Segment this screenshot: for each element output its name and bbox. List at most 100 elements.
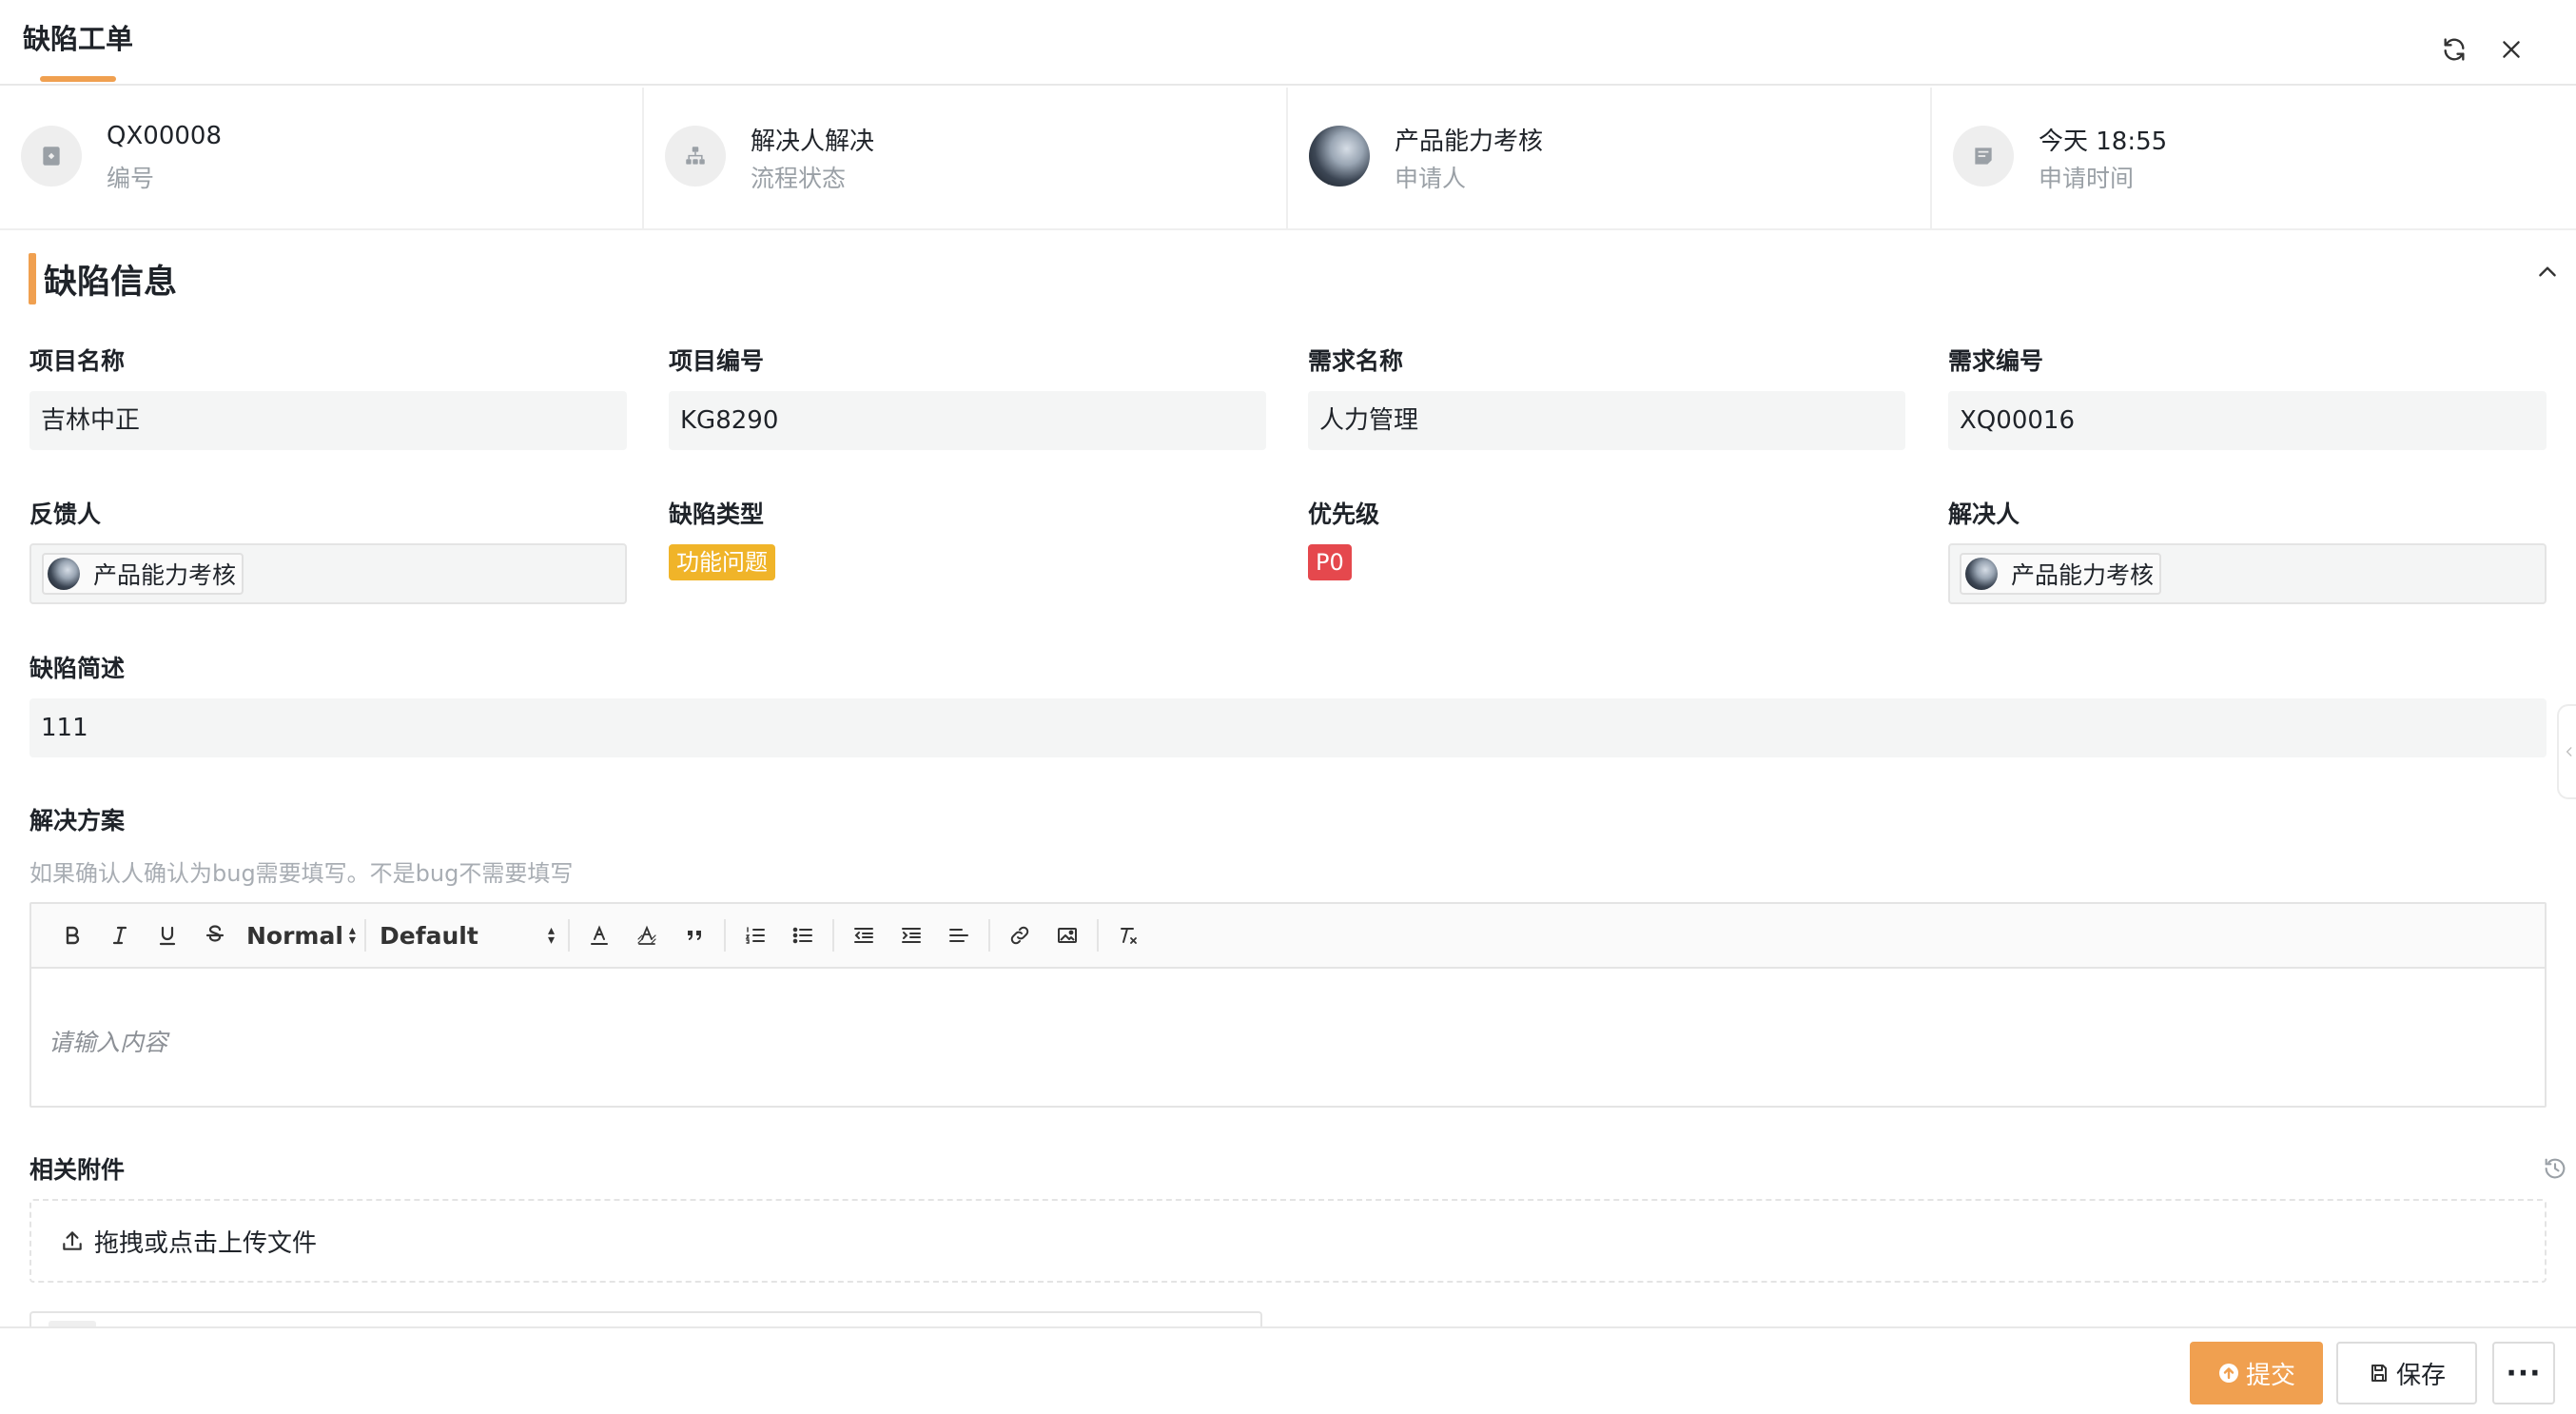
ordered-list-icon bbox=[745, 927, 765, 944]
bullet-list-button[interactable] bbox=[779, 912, 827, 959]
bookmark-icon bbox=[21, 126, 82, 187]
editor-toolbar: Normal ▴ ▾ Default ▴ ▾ bbox=[31, 904, 2545, 969]
align-button[interactable] bbox=[935, 912, 983, 959]
align-left-icon bbox=[949, 929, 968, 942]
avatar bbox=[1309, 126, 1370, 187]
image-icon bbox=[1058, 928, 1077, 943]
project-code-field[interactable]: KG8290 bbox=[669, 391, 1266, 450]
info-cell-status: 解决人解决 流程状态 bbox=[644, 88, 1288, 230]
text-color-button[interactable] bbox=[576, 912, 623, 959]
requirement-name-field[interactable]: 人力管理 bbox=[1308, 391, 1905, 450]
side-drawer-handle[interactable] bbox=[2557, 704, 2576, 799]
info-cell-code: QX00008 编号 bbox=[0, 88, 644, 230]
project-name-field[interactable]: 吉林中正 bbox=[29, 391, 627, 450]
info-strip: QX00008 编号 解决人解决 流程状态 产品能力考核 申请人 今天 18:5… bbox=[0, 88, 2576, 230]
priority-tag: P0 bbox=[1308, 544, 1352, 580]
blockquote-button[interactable] bbox=[671, 912, 718, 959]
outdent-button[interactable] bbox=[840, 912, 888, 959]
upload-text: 拖拽或点击上传文件 bbox=[94, 1228, 318, 1258]
note-icon bbox=[1953, 126, 2014, 187]
section-accent-bar bbox=[29, 253, 36, 304]
info-label: 编号 bbox=[107, 165, 155, 192]
underline-button[interactable] bbox=[144, 912, 191, 959]
chevron-left-icon bbox=[2566, 747, 2572, 756]
header: 缺陷工单 bbox=[0, 0, 2576, 86]
refresh-button[interactable] bbox=[2433, 29, 2475, 70]
defect-type-label: 缺陷类型 bbox=[669, 501, 765, 528]
background-color-icon bbox=[637, 925, 656, 945]
header-select[interactable]: Normal ▴ ▾ bbox=[239, 912, 359, 959]
avatar bbox=[1965, 558, 1998, 590]
requirement-code-field[interactable]: XQ00016 bbox=[1948, 391, 2547, 450]
info-value: QX00008 bbox=[107, 122, 222, 150]
ordered-list-button[interactable] bbox=[732, 912, 779, 959]
link-button[interactable] bbox=[996, 912, 1044, 959]
more-icon: ··· bbox=[2506, 1356, 2542, 1390]
font-select[interactable]: Default ▴ ▾ bbox=[372, 912, 562, 959]
select-arrows-icon: ▴ ▾ bbox=[348, 923, 356, 948]
requirement-code-label: 需求编号 bbox=[1948, 347, 2044, 375]
close-icon bbox=[2503, 41, 2520, 58]
bold-button[interactable] bbox=[49, 912, 96, 959]
more-button[interactable]: ··· bbox=[2492, 1342, 2555, 1404]
font-select-value: Default bbox=[380, 921, 478, 950]
save-button[interactable]: 保存 bbox=[2336, 1342, 2477, 1404]
solution-label: 解决方案 bbox=[29, 807, 126, 835]
hierarchy-icon bbox=[665, 126, 726, 187]
editor-content-area[interactable]: 请输入内容 bbox=[31, 971, 2545, 1106]
text-color-icon bbox=[591, 925, 608, 945]
reporter-label: 反馈人 bbox=[29, 501, 102, 528]
italic-button[interactable] bbox=[96, 912, 144, 959]
info-value: 解决人解决 bbox=[751, 128, 875, 156]
resolver-name: 产品能力考核 bbox=[2011, 561, 2155, 589]
underline-icon bbox=[159, 926, 176, 946]
refresh-icon bbox=[2444, 38, 2465, 61]
clear-format-button[interactable] bbox=[1104, 912, 1152, 959]
info-label: 流程状态 bbox=[751, 165, 847, 192]
quote-icon bbox=[688, 931, 701, 940]
resolver-chip[interactable]: 产品能力考核 bbox=[1960, 553, 2162, 595]
info-label: 申请时间 bbox=[2039, 165, 2135, 192]
editor-placeholder: 请输入内容 bbox=[49, 1029, 168, 1056]
solution-hint: 如果确认人确认为bug需要填写。不是bug不需要填写 bbox=[29, 860, 574, 887]
indent-button[interactable] bbox=[888, 912, 935, 959]
project-name-label: 项目名称 bbox=[29, 347, 126, 375]
submit-label: 提交 bbox=[2245, 1361, 2295, 1390]
toolbar-divider bbox=[1097, 919, 1099, 952]
submit-button[interactable]: 提交 bbox=[2190, 1342, 2323, 1404]
requirement-name-label: 需求名称 bbox=[1308, 347, 1404, 375]
history-button[interactable] bbox=[2542, 1155, 2570, 1184]
save-icon bbox=[2371, 1365, 2387, 1382]
link-icon bbox=[1010, 926, 1029, 945]
toolbar-divider bbox=[364, 919, 366, 952]
upload-icon bbox=[63, 1231, 82, 1250]
collapse-button[interactable] bbox=[2528, 253, 2566, 291]
footer-bar: 提交 保存 ··· bbox=[0, 1326, 2576, 1414]
summary-label: 缺陷简述 bbox=[29, 655, 126, 682]
history-icon bbox=[2545, 1158, 2566, 1179]
strikethrough-button[interactable] bbox=[191, 912, 239, 959]
toolbar-divider bbox=[568, 919, 570, 952]
close-button[interactable] bbox=[2490, 29, 2532, 70]
resolver-label: 解决人 bbox=[1948, 501, 2020, 528]
save-label: 保存 bbox=[2395, 1361, 2446, 1390]
attachments-label: 相关附件 bbox=[29, 1156, 126, 1184]
info-cell-applicant: 产品能力考核 申请人 bbox=[1288, 88, 1932, 230]
reporter-name: 产品能力考核 bbox=[93, 561, 237, 589]
info-cell-time: 今天 18:55 申请时间 bbox=[1932, 88, 2576, 230]
header-select-value: Normal bbox=[246, 921, 343, 950]
avatar bbox=[48, 558, 80, 590]
background-color-button[interactable] bbox=[623, 912, 671, 959]
info-value: 今天 18:55 bbox=[2039, 128, 2168, 156]
toolbar-divider bbox=[724, 919, 726, 952]
info-label: 申请人 bbox=[1395, 165, 1467, 192]
summary-field[interactable]: 111 bbox=[29, 698, 2547, 757]
image-button[interactable] bbox=[1044, 912, 1091, 959]
reporter-chip[interactable]: 产品能力考核 bbox=[42, 553, 244, 595]
defect-type-tag: 功能问题 bbox=[669, 544, 775, 580]
upload-dropzone[interactable]: 拖拽或点击上传文件 bbox=[29, 1199, 2547, 1283]
strikethrough-icon bbox=[205, 925, 224, 942]
toolbar-divider bbox=[988, 919, 990, 952]
select-arrows-icon: ▴ ▾ bbox=[547, 923, 555, 948]
page-title: 缺陷工单 bbox=[23, 23, 134, 55]
